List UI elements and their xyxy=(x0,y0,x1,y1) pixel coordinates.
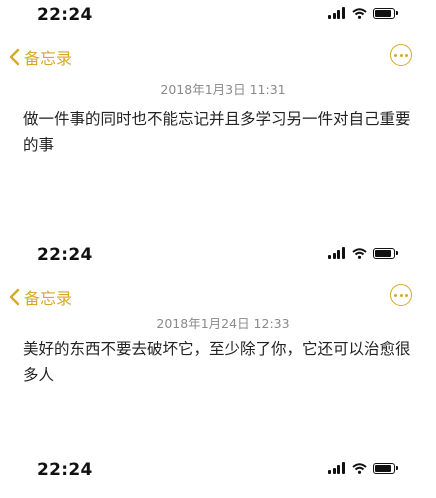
status-bar: 22:24 xyxy=(0,455,436,489)
more-options-button[interactable] xyxy=(390,284,412,306)
chevron-left-icon xyxy=(9,288,20,306)
battery-icon xyxy=(373,247,398,259)
screenshot-panel-1: 22:24 备忘录 2018年1月3日 11:31 做一件事的同时也不能忘记并且… xyxy=(0,0,436,158)
screenshot-panel-2: 22:24 备忘录 2018年1月24日 12:33 美好的东西不要去破坏它，至… xyxy=(0,240,436,388)
wifi-icon xyxy=(352,7,367,19)
status-icons xyxy=(328,247,398,259)
status-time: 22:24 xyxy=(37,245,93,265)
more-options-icon xyxy=(394,53,397,57)
more-options-icon xyxy=(394,293,397,297)
more-options-button[interactable] xyxy=(390,44,412,66)
status-bar: 22:24 xyxy=(0,240,436,274)
status-time: 22:24 xyxy=(37,460,93,480)
back-button[interactable]: 备忘录 xyxy=(9,45,72,69)
signal-icon xyxy=(328,462,346,474)
status-icons xyxy=(328,462,398,474)
back-button[interactable]: 备忘录 xyxy=(9,285,72,309)
wifi-icon xyxy=(352,247,367,259)
note-body[interactable]: 做一件事的同时也不能忘记并且多学习另一件对自己重要的事 xyxy=(23,106,413,158)
screenshot-panel-3: 22:24 xyxy=(0,455,436,489)
nav-bar: 备忘录 xyxy=(0,34,436,80)
signal-icon xyxy=(328,7,346,19)
note-date: 2018年1月3日 11:31 xyxy=(160,82,286,97)
nav-bar: 备忘录 xyxy=(0,274,436,320)
back-label: 备忘录 xyxy=(24,289,73,308)
battery-icon xyxy=(373,462,398,474)
wifi-icon xyxy=(352,462,367,474)
status-bar: 22:24 xyxy=(0,0,436,34)
battery-icon xyxy=(373,7,398,19)
chevron-left-icon xyxy=(9,48,20,66)
back-label: 备忘录 xyxy=(24,49,73,68)
status-time: 22:24 xyxy=(37,5,93,25)
status-icons xyxy=(328,7,398,19)
signal-icon xyxy=(328,247,346,259)
note-body[interactable]: 美好的东西不要去破坏它，至少除了你，它还可以治愈很多人 xyxy=(23,336,413,388)
